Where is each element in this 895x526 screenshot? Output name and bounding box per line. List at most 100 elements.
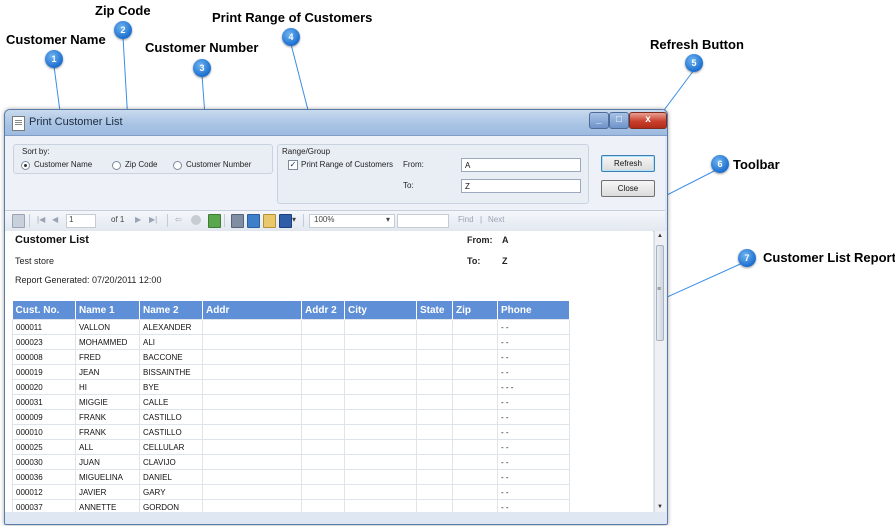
table-cell: 000023 xyxy=(12,334,76,350)
table-cell: - - xyxy=(497,499,570,512)
table-cell xyxy=(301,454,345,470)
scroll-up-icon[interactable]: ▲ xyxy=(657,233,663,239)
radio-customer-name[interactable] xyxy=(21,161,30,170)
table-cell xyxy=(202,349,302,365)
table-cell xyxy=(301,364,345,380)
table-cell xyxy=(344,454,417,470)
page-number-input[interactable]: 1 xyxy=(66,214,96,228)
callout-badge-4: 4 xyxy=(282,28,300,46)
window-titlebar[interactable]: Print Customer List _ □ x xyxy=(5,110,667,136)
table-row: 000031 MIGGIE CALLE - - xyxy=(12,394,570,410)
radio-customer-number-label[interactable]: Customer Number xyxy=(186,160,251,169)
find-separator: | xyxy=(480,215,483,224)
table-cell xyxy=(416,364,453,380)
scroll-thumb[interactable]: ≡ xyxy=(656,245,664,341)
table-cell: BYE xyxy=(139,379,203,395)
range-group: Range/Group ✓ Print Range of Customers F… xyxy=(277,144,589,204)
callout-badge-1: 1 xyxy=(45,50,63,68)
radio-zip-code[interactable] xyxy=(112,161,121,170)
table-cell: JEAN xyxy=(75,364,140,380)
range-group-label: Range/Group xyxy=(282,147,331,156)
table-cell xyxy=(452,439,498,455)
radio-zip-code-label[interactable]: Zip Code xyxy=(125,160,157,169)
customer-list-report: Customer List Test store Report Generate… xyxy=(5,231,653,512)
first-page-icon[interactable]: |◀ xyxy=(37,215,45,224)
table-cell: 000012 xyxy=(12,484,76,500)
table-cell xyxy=(452,334,498,350)
table-cell: - - xyxy=(497,439,570,455)
print-layout-icon[interactable] xyxy=(247,214,260,228)
export-dropdown-icon[interactable]: ▾ xyxy=(292,215,296,224)
back-icon[interactable]: ⇦ xyxy=(175,215,182,224)
table-cell xyxy=(202,394,302,410)
table-cell xyxy=(416,439,453,455)
close-window-button[interactable]: x xyxy=(629,112,667,129)
from-input[interactable]: A xyxy=(461,158,581,172)
table-cell: 000008 xyxy=(12,349,76,365)
table-cell: FRANK xyxy=(75,424,140,440)
find-input[interactable] xyxy=(397,214,449,228)
table-row: 000012 JAVIER GARY - - xyxy=(12,484,570,500)
table-cell: - - xyxy=(497,319,570,335)
table-header-row: Cust. No. Name 1 Name 2 Addr Addr 2 City… xyxy=(12,301,570,320)
callout-label-customer-number: Customer Number xyxy=(145,40,259,55)
table-cell xyxy=(202,334,302,350)
callout-badge-2: 2 xyxy=(114,21,132,39)
to-input[interactable]: Z xyxy=(461,179,581,193)
export-icon[interactable] xyxy=(279,214,292,228)
callout-badge-3: 3 xyxy=(193,59,211,77)
table-cell xyxy=(416,454,453,470)
table-cell: ALEXANDER xyxy=(139,319,203,335)
maximize-button[interactable]: □ xyxy=(609,112,629,129)
find-next-link[interactable]: Next xyxy=(488,215,504,224)
table-cell xyxy=(301,349,345,365)
report-toolbar: |◀ ◀ 1 of 1 ▶ ▶| ⇦ ▾ 100% ▾ Find | Next xyxy=(5,210,665,232)
print-range-checkbox[interactable]: ✓ xyxy=(288,160,298,170)
table-cell: - - xyxy=(497,394,570,410)
table-cell xyxy=(344,334,417,350)
close-button[interactable]: Close xyxy=(601,180,655,197)
callout-label-customer-name: Customer Name xyxy=(6,32,106,47)
radio-customer-number[interactable] xyxy=(173,161,182,170)
zoom-select[interactable]: 100% ▾ xyxy=(309,214,395,228)
table-cell: DANIEL xyxy=(139,469,203,485)
table-cell xyxy=(202,409,302,425)
next-page-icon[interactable]: ▶ xyxy=(135,215,141,224)
table-cell: 000030 xyxy=(12,454,76,470)
previous-page-icon[interactable]: ◀ xyxy=(52,215,58,224)
print-icon[interactable] xyxy=(231,214,244,228)
table-cell: - - xyxy=(497,484,570,500)
table-cell: 000020 xyxy=(12,379,76,395)
column-header: Cust. No. xyxy=(12,301,76,320)
minimize-button[interactable]: _ xyxy=(589,112,609,129)
table-cell xyxy=(344,394,417,410)
find-link[interactable]: Find xyxy=(458,215,474,224)
document-map-icon[interactable] xyxy=(12,214,25,228)
report-store-name: Test store xyxy=(15,256,55,266)
table-cell: FRED xyxy=(75,349,140,365)
print-range-checkbox-label[interactable]: Print Range of Customers xyxy=(301,160,393,169)
table-cell xyxy=(452,484,498,500)
scroll-down-icon[interactable]: ▼ xyxy=(657,504,663,510)
table-cell: BISSAINTHE xyxy=(139,364,203,380)
table-row: 000011 VALLON ALEXANDER - - xyxy=(12,319,570,335)
refresh-icon[interactable] xyxy=(208,214,221,228)
refresh-button[interactable]: Refresh xyxy=(601,155,655,172)
table-row: 000019 JEAN BISSAINTHE - - xyxy=(12,364,570,380)
table-cell: ALL xyxy=(75,439,140,455)
table-cell: 000031 xyxy=(12,394,76,410)
report-vertical-scrollbar[interactable]: ▲ ≡ ▼ xyxy=(654,231,666,512)
table-cell xyxy=(301,439,345,455)
table-cell xyxy=(344,469,417,485)
table-cell: CALLE xyxy=(139,394,203,410)
radio-customer-name-label[interactable]: Customer Name xyxy=(34,160,92,169)
document-icon xyxy=(12,116,25,131)
toolbar-separator xyxy=(29,214,30,227)
stop-icon[interactable] xyxy=(191,215,201,225)
table-cell xyxy=(452,499,498,512)
print-customer-list-window: Print Customer List _ □ x Sort by: Custo… xyxy=(4,109,668,525)
table-cell xyxy=(344,364,417,380)
last-page-icon[interactable]: ▶| xyxy=(149,215,157,224)
table-cell xyxy=(344,409,417,425)
page-setup-icon[interactable] xyxy=(263,214,276,228)
